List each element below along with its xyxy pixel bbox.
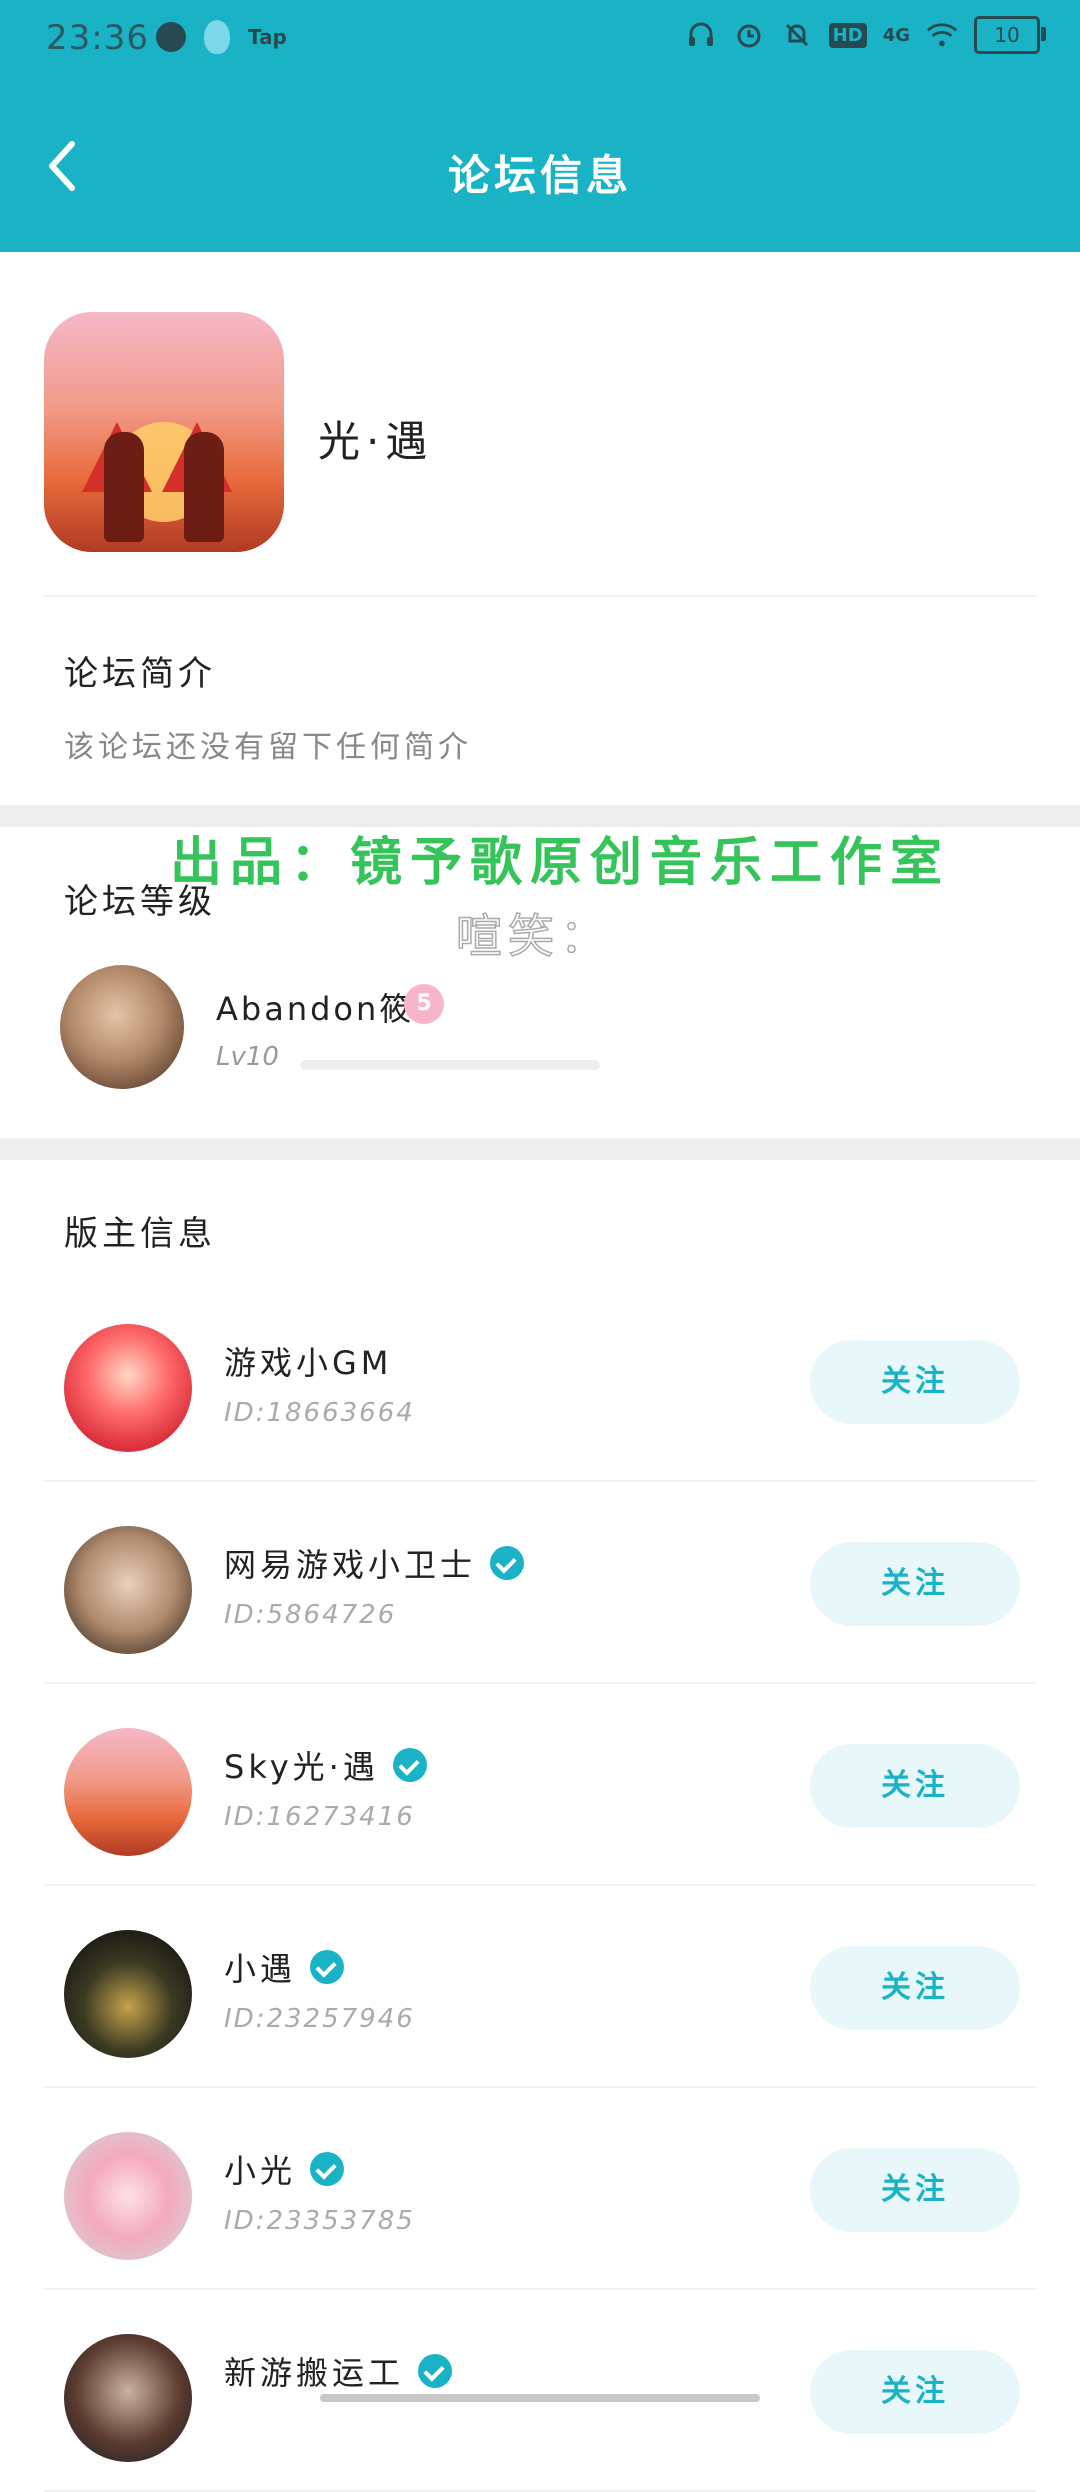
moderator-id: ID:23257946 — [224, 2004, 415, 2034]
avatar[interactable] — [60, 965, 184, 1089]
verified-icon — [310, 2152, 345, 2186]
status-right-icons: HD 4G 10 — [685, 16, 1046, 54]
moderator-name: 新游搬运工 — [224, 2354, 405, 2392]
avatar[interactable] — [64, 2334, 192, 2462]
level-progress-bar — [300, 1060, 600, 1070]
avatar[interactable] — [64, 2132, 192, 2260]
home-indicator[interactable] — [320, 2394, 760, 2402]
overlay-caption-text: 喧笑： — [455, 908, 612, 964]
follow-button[interactable]: 关注 — [810, 2148, 1020, 2232]
overlay-credit-text: 出品：镜予歌原创音乐工作室 — [170, 833, 951, 893]
avatar[interactable] — [64, 1526, 192, 1654]
mute-bell-icon — [781, 19, 813, 51]
status-left-icons: Tap — [156, 20, 287, 54]
moderator-id: ID:18663664 — [224, 1398, 415, 1428]
avatar[interactable] — [64, 1728, 192, 1856]
verified-icon — [418, 2354, 453, 2388]
moderator-row[interactable]: 小光 ID:23353785 关注 — [0, 2088, 1080, 2290]
alarm-icon — [733, 19, 765, 51]
divider — [44, 595, 1036, 597]
battery-icon: 10 — [974, 16, 1046, 54]
moderator-name-wrap: 游戏小GM — [224, 1338, 392, 1384]
intro-text: 该论坛还没有留下任何简介 — [64, 730, 472, 765]
moderator-name: 小遇 — [224, 1950, 297, 1988]
forum-avatar — [44, 312, 284, 552]
avatar[interactable] — [64, 1930, 192, 2058]
moderator-row[interactable]: Sky光·遇 ID:16273416 关注 — [0, 1684, 1080, 1886]
moderator-row[interactable]: 网易游戏小卫士 ID:5864726 关注 — [0, 1482, 1080, 1684]
level-user-name: Abandon筱. — [216, 990, 428, 1028]
status-time: 23:36 — [46, 18, 149, 58]
moderator-row[interactable]: 小遇 ID:23257946 关注 — [0, 1886, 1080, 2088]
moderator-name: Sky光·遇 — [224, 1748, 379, 1786]
tap-icon: Tap — [248, 25, 287, 49]
verified-icon — [490, 1546, 525, 1580]
follow-button[interactable]: 关注 — [810, 2350, 1020, 2434]
verified-icon — [310, 1950, 345, 1984]
moderator-id: ID:23353785 — [224, 2206, 415, 2236]
hd-icon: HD — [828, 22, 867, 48]
headphones-icon — [685, 19, 717, 51]
moderators-title: 版主信息 — [64, 1214, 216, 1254]
moderator-name-wrap: 小光 — [224, 2146, 345, 2192]
moderator-name: 游戏小GM — [224, 1344, 393, 1382]
moderator-name-wrap: 小遇 — [224, 1944, 345, 1990]
wifi-icon — [926, 19, 958, 51]
moderator-name: 小光 — [224, 2152, 297, 2190]
moderator-name: 网易游戏小卫士 — [224, 1546, 477, 1584]
level-label: Lv10 — [216, 1042, 279, 1072]
intro-title: 论坛简介 — [64, 654, 216, 694]
moderator-name-wrap: 新游搬运工 — [224, 2348, 453, 2394]
forum-name: 光·遇 — [318, 417, 434, 466]
status-bar: 23:36 Tap HD 4G 10 — [0, 0, 1080, 80]
earth-icon — [156, 22, 186, 52]
moderator-id: ID:16273416 — [224, 1802, 415, 1832]
verified-icon — [392, 1748, 427, 1782]
follow-button[interactable]: 关注 — [810, 1340, 1020, 1424]
moderator-name-wrap: Sky光·遇 — [224, 1742, 427, 1788]
qq-icon — [204, 20, 230, 54]
app-header: 23:36 Tap HD 4G 10 论坛信息 — [0, 0, 1080, 252]
moderator-row[interactable]: 游戏小GM ID:18663664 关注 — [0, 1280, 1080, 1482]
moderator-row[interactable]: 新游搬运工 关注 — [0, 2290, 1080, 2492]
moderator-name-wrap: 网易游戏小卫士 — [224, 1540, 525, 1586]
level-badge: 5 — [404, 984, 444, 1024]
follow-button[interactable]: 关注 — [810, 1744, 1020, 1828]
page-title: 论坛信息 — [447, 151, 632, 200]
follow-button[interactable]: 关注 — [810, 1542, 1020, 1626]
avatar[interactable] — [64, 1324, 192, 1452]
follow-button[interactable]: 关注 — [810, 1946, 1020, 2030]
moderator-id: ID:5864726 — [224, 1600, 397, 1630]
signal-icon: 4G — [882, 24, 910, 46]
section-gap — [0, 1138, 1080, 1160]
